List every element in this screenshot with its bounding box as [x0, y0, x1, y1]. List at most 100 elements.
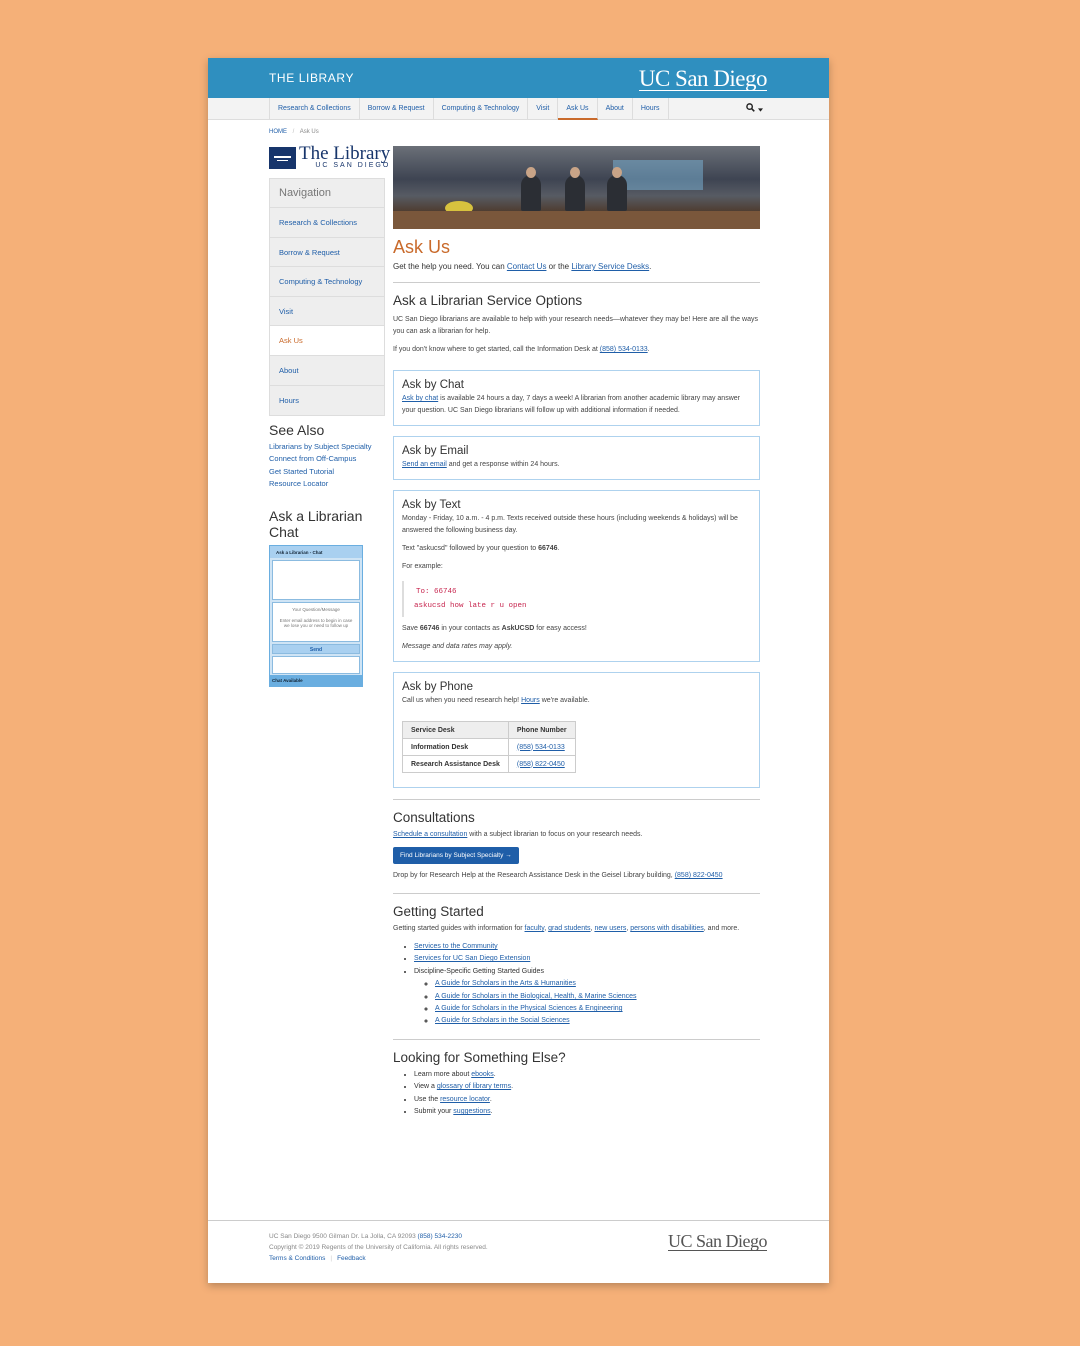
nav-research-collections[interactable]: Research & Collections [270, 98, 360, 120]
chat-email-hint: Enter email address to begin in case we … [279, 618, 353, 628]
phone-link[interactable]: (858) 534-0133 [517, 744, 565, 751]
page-title: Ask Us [393, 237, 451, 257]
faculty-link[interactable]: faculty [525, 925, 545, 932]
footer-ucsd-logo[interactable]: UC San Diego [668, 1232, 768, 1251]
find-librarians-button[interactable]: Find Librarians by Subject Specialty → [393, 847, 519, 864]
research-desk-phone-link[interactable]: (858) 822-0450 [675, 872, 723, 879]
service-desks-link[interactable]: Library Service Desks [571, 262, 649, 271]
send-email-link[interactable]: Send an email [402, 461, 447, 468]
getting-started-list: Services to the Community Services for U… [414, 941, 760, 1028]
footer-copyright: Copyright © 2019 Regents of the Universi… [269, 1244, 488, 1251]
ucsd-logo[interactable]: UC San Diego [638, 66, 768, 92]
page-lead: Get the help you need. You can Contact U… [393, 262, 652, 271]
text-example-code: To: 66746 askucsd how late r u open [402, 581, 751, 617]
chat-email-field[interactable] [272, 656, 360, 674]
ask-by-text-card: Ask by Text Monday - Friday, 10 a.m. - 4… [393, 490, 760, 662]
ask-by-phone-card: Ask by Phone Call us when you need resea… [393, 672, 760, 788]
service-options-intro: UC San Diego librarians are available to… [393, 316, 758, 335]
service-options-phone: If you don't know where to get started, … [393, 346, 650, 353]
nav-visit[interactable]: Visit [528, 98, 559, 120]
top-banner: THE LIBRARY UC San Diego [208, 58, 829, 98]
side-navigation: Navigation Research & Collections Borrow… [269, 178, 385, 417]
nav-hours[interactable]: Hours [633, 98, 669, 120]
chat-heading: Ask a Librarian Chat [269, 508, 363, 540]
sidebar-item-borrow-request[interactable]: Borrow & Request [270, 238, 384, 268]
nav-ask-us[interactable]: Ask Us [558, 98, 598, 120]
sidebar-item-research-collections[interactable]: Research & Collections [270, 208, 384, 238]
phone-table: Service Desk Phone Number Information De… [402, 721, 576, 773]
footer-links: Terms & Conditions | Feedback [269, 1255, 366, 1262]
see-also-link[interactable]: Resource Locator [269, 478, 389, 490]
text-save-contact: Save 66746 in your contacts as AskUCSD f… [402, 625, 587, 632]
caret-down-icon [758, 108, 763, 112]
chat-widget-title: Ask a Librarian - Chat [270, 546, 362, 558]
sidebar-item-about[interactable]: About [270, 356, 384, 386]
see-also-heading: See Also [269, 422, 325, 438]
footer-address: UC San Diego 9500 Gilman Dr. La Jolla, C… [269, 1233, 488, 1251]
table-row: Research Assistance Desk (858) 822-0450 [402, 755, 576, 773]
list-item: Services for UC San Diego Extension [414, 953, 760, 965]
grad-students-link[interactable]: grad students [548, 925, 590, 932]
hours-link[interactable]: Hours [521, 697, 540, 704]
library-logo-title: The Library [299, 143, 391, 164]
list-item: Submit your suggestions. [414, 1106, 760, 1118]
nav-borrow-request[interactable]: Borrow & Request [360, 98, 434, 120]
see-also-link[interactable]: Librarians by Subject Specialty [269, 441, 389, 453]
ask-by-email-card: Ask by Email Send an email and get a res… [393, 436, 760, 480]
list-item: Services to the Community [414, 941, 760, 953]
library-logo[interactable]: The Library UC SAN DIEGO [269, 143, 391, 169]
chat-status: Chat Available [270, 675, 362, 686]
new-users-link[interactable]: new users [594, 925, 626, 932]
ask-by-chat-link[interactable]: Ask by chat [402, 395, 438, 402]
chat-message-input[interactable]: Your Question/Message Enter email addres… [272, 602, 360, 642]
table-row: Information Desk (858) 534-0133 [402, 738, 576, 756]
breadcrumb-home[interactable]: HOME [269, 129, 287, 135]
chat-send-button[interactable]: Send [272, 644, 360, 654]
disabilities-link[interactable]: persons with disabilities [630, 925, 704, 932]
list-item: A Guide for Scholars in the Physical Sci… [435, 1003, 760, 1015]
info-desk-phone-link[interactable]: (858) 534-0133 [600, 346, 648, 353]
schedule-consultation-link[interactable]: Schedule a consultation [393, 831, 467, 838]
list-item: A Guide for Scholars in the Biological, … [435, 991, 760, 1003]
list-item: A Guide for Scholars in the Arts & Human… [435, 978, 760, 990]
ask-by-email-heading: Ask by Email [402, 445, 469, 457]
sidebar-item-hours[interactable]: Hours [270, 386, 384, 416]
sidebar-item-ask-us[interactable]: Ask Us [270, 326, 384, 356]
see-also-link[interactable]: Connect from Off-Campus [269, 453, 389, 465]
terms-link[interactable]: Terms & Conditions [269, 1255, 325, 1262]
list-item: Use the resource locator. [414, 1094, 760, 1106]
ask-by-chat-heading: Ask by Chat [402, 379, 464, 391]
getting-started-intro: Getting started guides with information … [393, 925, 740, 932]
see-also: See Also Librarians by Subject Specialty… [269, 422, 389, 491]
breadcrumb: HOME / Ask Us [269, 129, 319, 135]
chat-question-label: Your Question/Message [292, 607, 340, 612]
nav-about[interactable]: About [598, 98, 633, 120]
nav-computing-technology[interactable]: Computing & Technology [434, 98, 529, 120]
sidebar-item-visit[interactable]: Visit [270, 297, 384, 327]
phone-link[interactable]: (858) 822-0450 [517, 761, 565, 768]
page: THE LIBRARY UC San Diego Research & Coll… [208, 58, 829, 1283]
ask-by-text-heading: Ask by Text [402, 499, 461, 511]
side-navigation-heading: Navigation [270, 179, 384, 208]
list-item: Learn more about ebooks. [414, 1069, 760, 1081]
service-options-heading: Ask a Librarian Service Options [393, 293, 583, 308]
library-home-link[interactable]: THE LIBRARY [269, 71, 354, 85]
footer-phone-link[interactable]: (858) 534-2230 [418, 1233, 462, 1240]
getting-started-heading: Getting Started [393, 904, 484, 919]
footer: UC San Diego 9500 Gilman Dr. La Jolla, C… [208, 1220, 829, 1283]
search-icon [746, 103, 756, 112]
hero-photo [393, 146, 760, 229]
main-content: Ask Us Get the help you need. You can Co… [393, 146, 760, 1118]
sidebar-item-computing-technology[interactable]: Computing & Technology [270, 267, 384, 297]
drop-by-text: Drop by for Research Help at the Researc… [393, 872, 723, 879]
something-else-list: Learn more about ebooks. View a glossary… [414, 1069, 760, 1119]
see-also-link[interactable]: Get Started Tutorial [269, 466, 389, 478]
text-rates-note: Message and data rates may apply. [402, 643, 513, 650]
chat-transcript [272, 560, 360, 600]
contact-us-link[interactable]: Contact Us [507, 262, 547, 271]
feedback-link[interactable]: Feedback [337, 1255, 366, 1262]
search-toggle[interactable] [746, 103, 763, 114]
list-item: Discipline-Specific Getting Started Guid… [414, 966, 760, 1028]
table-header: Phone Number [507, 721, 576, 739]
text-instructions: Text "askucsd" followed by your question… [402, 545, 560, 552]
